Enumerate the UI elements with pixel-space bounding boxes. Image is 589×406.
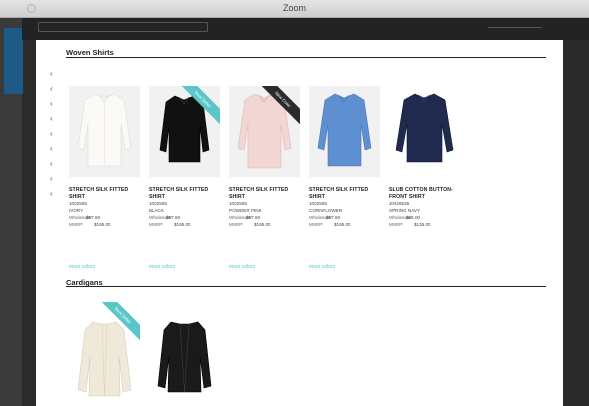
- product-style-number: 1002506: [149, 201, 167, 206]
- msrp-price-row: MSRP: $195.00: [229, 222, 271, 228]
- product-image[interactable]: New Color: [229, 86, 300, 177]
- msrp-price-row: MSRP: $195.00: [309, 222, 351, 228]
- window-title: Zoom: [282, 3, 306, 13]
- msrp-price-row: MSRP: $195.00: [69, 222, 111, 228]
- product-image[interactable]: [149, 302, 220, 402]
- shirt-image: [395, 93, 454, 163]
- product-card[interactable]: New Color STRETCH SILK FITTED SHIRT 10025…: [229, 86, 303, 270]
- product-image[interactable]: Best Seller: [149, 86, 220, 177]
- chevron-left-icon[interactable]: ‹: [50, 130, 56, 138]
- section-divider: [66, 286, 546, 287]
- product-style-number: 1002506: [229, 201, 247, 206]
- wholesale-price-row: Wholesale: $97.50: [149, 215, 181, 221]
- product-name[interactable]: STRETCH SILK FITTED SHIRT: [229, 187, 303, 201]
- left-side-panel: [0, 18, 23, 406]
- product-style-number: 1002506: [309, 201, 327, 206]
- chevron-left-icon[interactable]: ‹: [50, 100, 56, 108]
- chevron-left-icon[interactable]: ‹: [50, 145, 56, 153]
- product-style-number: J0426535: [389, 201, 410, 206]
- more-colors-link[interactable]: more colors: [229, 264, 255, 270]
- product-color: POWDER PINK: [229, 207, 262, 213]
- more-colors-link[interactable]: more colors: [149, 264, 175, 270]
- product-card[interactable]: [149, 302, 223, 402]
- more-colors-link[interactable]: more colors: [69, 264, 95, 270]
- section-divider: [66, 57, 546, 58]
- product-image[interactable]: [309, 86, 380, 177]
- product-card[interactable]: Best Seller: [69, 302, 143, 402]
- catalog-page: Woven Shirts ‹ ‹ ‹ ‹ ‹ ‹ ‹ ‹ ‹ STRETCH S…: [36, 40, 563, 406]
- product-name[interactable]: STRETCH SILK FITTED SHIRT: [309, 187, 383, 201]
- more-colors-link[interactable]: more colors: [309, 264, 335, 270]
- product-card[interactable]: Best Seller STRETCH SILK FITTED SHIRT 100…: [149, 86, 223, 270]
- product-style-number: 1002506: [69, 201, 87, 206]
- shirt-image: [77, 93, 132, 167]
- product-card[interactable]: SLUB COTTON BUTTON- FRONT SHIRT J0426535 …: [389, 86, 463, 228]
- chevron-left-icon[interactable]: ‹: [50, 70, 56, 78]
- product-image[interactable]: [69, 86, 140, 177]
- product-name[interactable]: STRETCH SILK FITTED SHIRT: [149, 187, 223, 201]
- product-color: CORNFLOWER: [309, 207, 343, 213]
- search-input[interactable]: [38, 22, 208, 32]
- msrp-price-row: MSRP: $195.00: [149, 222, 191, 228]
- wholesale-price-row: Wholesale: $97.50: [69, 215, 101, 221]
- chevron-left-icon[interactable]: ‹: [50, 175, 56, 183]
- product-image[interactable]: [389, 86, 460, 177]
- right-side-panel: [563, 40, 589, 406]
- product-color: SPRING NAVY: [389, 207, 421, 213]
- product-card[interactable]: STRETCH SILK FITTED SHIRT 1002506 CORNFLO…: [309, 86, 383, 270]
- section-title-woven-shirts: Woven Shirts: [66, 48, 114, 57]
- chevron-left-icon[interactable]: ‹: [50, 190, 56, 198]
- product-name[interactable]: STRETCH SILK FITTED SHIRT: [69, 187, 143, 201]
- wholesale-price-row: Wholesale: $97.50: [229, 215, 261, 221]
- product-card[interactable]: STRETCH SILK FITTED SHIRT 1002506 IVORY W…: [69, 86, 143, 270]
- chevron-left-icon[interactable]: ‹: [50, 85, 56, 93]
- wholesale-price-row: Wholesale: $97.50: [309, 215, 341, 221]
- chevron-left-icon[interactable]: ‹: [50, 115, 56, 123]
- product-color: IVORY: [69, 207, 84, 213]
- side-tab[interactable]: [4, 28, 23, 94]
- header-nav-links[interactable]: [488, 27, 542, 33]
- msrp-price-row: MSRP: $135.00: [389, 222, 431, 228]
- shirt-image: [317, 93, 372, 167]
- product-name[interactable]: SLUB COTTON BUTTON- FRONT SHIRT: [389, 187, 463, 201]
- product-image[interactable]: Best Seller: [69, 302, 140, 402]
- window-titlebar: Zoom: [0, 0, 589, 18]
- cardigan-image: [157, 321, 212, 393]
- product-color: BLACK: [149, 207, 165, 213]
- wholesale-price-row: Wholesale: $65.00: [389, 215, 421, 221]
- chevron-left-icon[interactable]: ‹: [50, 160, 56, 168]
